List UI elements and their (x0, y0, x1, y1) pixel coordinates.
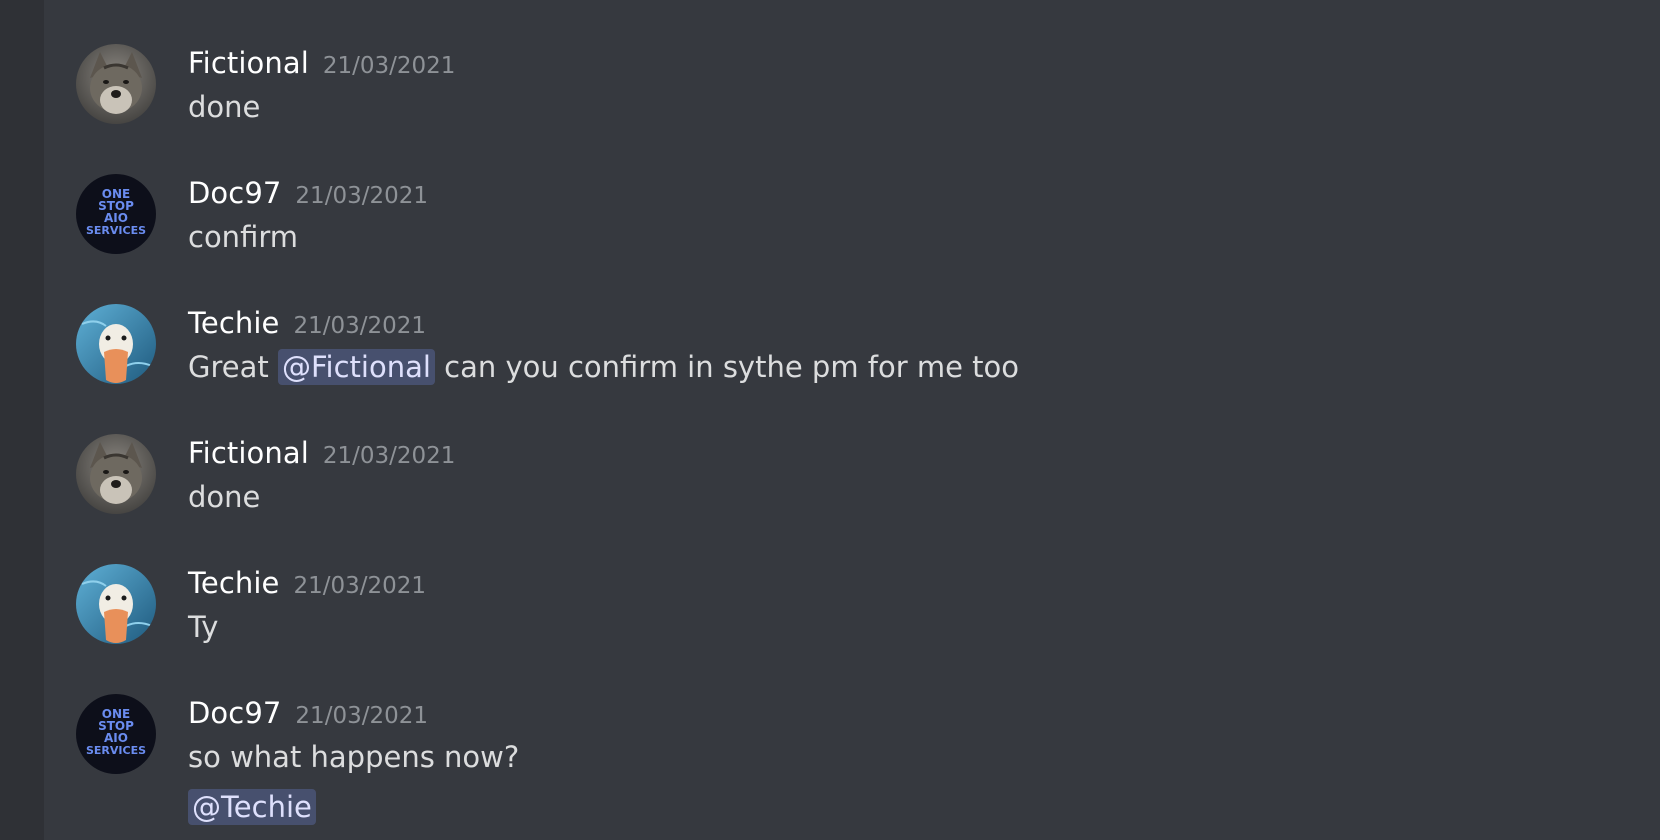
message-text: confirm (188, 220, 298, 254)
username[interactable]: Fictional (188, 46, 309, 80)
duck-avatar-image (76, 304, 156, 384)
one-stop-aio-logo-image: ONE STOP AIO SERVICES (76, 694, 156, 774)
timestamp: 21/03/2021 (295, 703, 428, 729)
logo-text: AIO (104, 731, 128, 745)
timestamp: 21/03/2021 (322, 443, 456, 469)
message-header: Fictional 21/03/2021 (188, 46, 455, 80)
message-content: confirm (188, 220, 298, 254)
wolf-avatar[interactable] (76, 434, 156, 514)
username[interactable]: Doc97 (188, 696, 281, 730)
duck-avatar[interactable] (76, 564, 156, 644)
message: Fictional 21/03/2021 done (44, 390, 1660, 520)
message-list[interactable]: Fictional 21/03/2021 done ONE STOP AIO SE… (44, 0, 1660, 840)
message-content: done (188, 90, 260, 124)
message: Techie 21/03/2021 Ty (44, 520, 1660, 650)
side-strip (0, 0, 44, 840)
username[interactable]: Techie (188, 566, 279, 600)
message-header: Doc97 21/03/2021 (188, 696, 428, 730)
timestamp: 21/03/2021 (322, 53, 456, 79)
one-stop-aio-logo[interactable]: ONE STOP AIO SERVICES (76, 174, 156, 254)
message-content: so what happens now? (188, 740, 519, 774)
username[interactable]: Doc97 (188, 176, 281, 210)
timestamp: 21/03/2021 (293, 313, 427, 339)
timestamp: 21/03/2021 (295, 183, 428, 209)
wolf-avatar-image (76, 434, 156, 514)
message-text: Ty (188, 610, 219, 644)
message-text: done (188, 480, 261, 514)
message-content: Great @Fictional can you confirm in syth… (188, 349, 1020, 385)
message-text: so what happens now? (188, 740, 520, 774)
duck-avatar-image (76, 564, 156, 644)
message-content: done (188, 480, 260, 514)
message-header: Techie 21/03/2021 (188, 306, 426, 340)
logo-text: SERVICES (86, 744, 146, 757)
chat-window: Fictional 21/03/2021 done ONE STOP AIO SE… (0, 0, 1660, 840)
message-header: Doc97 21/03/2021 (188, 176, 428, 210)
username[interactable]: Techie (188, 306, 279, 340)
message: ONE STOP AIO SERVICES Doc97 21/03/2021 so… (44, 650, 1660, 825)
message-text: done (188, 90, 261, 124)
message-header: Fictional 21/03/2021 (188, 436, 455, 470)
username[interactable]: Fictional (188, 436, 309, 470)
duck-avatar[interactable] (76, 304, 156, 384)
message: Fictional 21/03/2021 done (44, 0, 1660, 130)
wolf-avatar-image (76, 44, 156, 124)
message-header: Techie 21/03/2021 (188, 566, 426, 600)
timestamp: 21/03/2021 (293, 573, 427, 599)
user-mention[interactable]: @Techie (188, 789, 316, 825)
one-stop-aio-logo-image: ONE STOP AIO SERVICES (76, 174, 156, 254)
message-text: can you confirm in sythe pm for me too (434, 350, 1020, 384)
message-content-line-2: @Techie (188, 789, 316, 825)
message-content: Ty (188, 610, 218, 644)
message-text: Great (188, 350, 278, 384)
logo-text: SERVICES (86, 224, 146, 237)
one-stop-aio-logo[interactable]: ONE STOP AIO SERVICES (76, 694, 156, 774)
wolf-avatar[interactable] (76, 44, 156, 124)
logo-text: AIO (104, 211, 128, 225)
message: Techie 21/03/2021 Great @Fictional can yo… (44, 260, 1660, 390)
user-mention[interactable]: @Fictional (277, 349, 435, 385)
message: ONE STOP AIO SERVICES Doc97 21/03/2021 co… (44, 130, 1660, 260)
